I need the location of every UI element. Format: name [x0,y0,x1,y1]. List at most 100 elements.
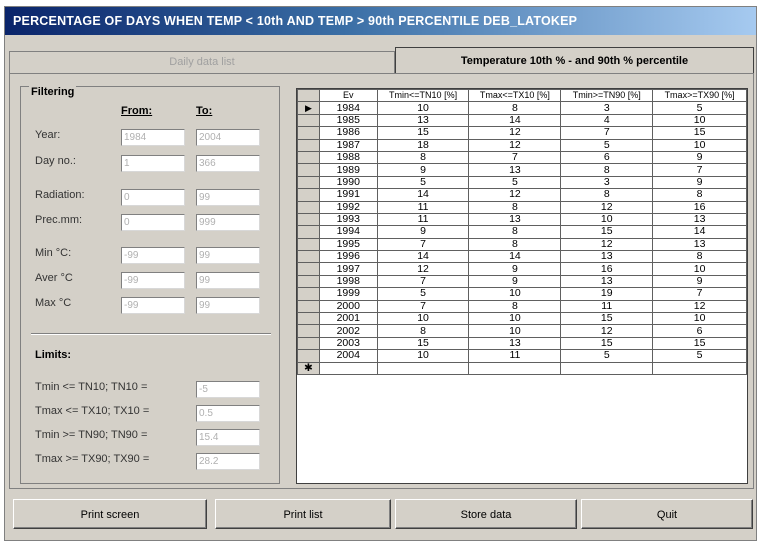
table-cell[interactable]: 5 [560,349,654,363]
quit-button[interactable]: Quit [581,499,753,529]
table-cell[interactable]: 1990 [318,175,378,190]
row-indicator[interactable] [297,163,320,177]
table-cell[interactable]: 14 [376,188,470,202]
table-cell[interactable]: 9 [652,150,747,165]
row-indicator[interactable] [297,138,320,152]
table-cell[interactable]: 14 [468,113,562,128]
table-cell[interactable]: 1998 [318,274,378,289]
table-row[interactable]: ▶ 1984 10 8 3 5 [297,101,747,115]
table-cell[interactable]: 7 [560,126,654,140]
table-cell[interactable]: 11 [468,349,562,363]
table-cell[interactable]: 10 [652,138,747,152]
row-indicator[interactable] [297,126,320,140]
table-cell[interactable] [560,361,654,376]
row-indicator[interactable] [297,299,320,314]
table-cell[interactable]: 9 [376,163,470,177]
table-cell[interactable]: 1994 [318,225,378,239]
table-cell[interactable]: 15 [652,336,747,351]
table-cell[interactable]: 10 [652,262,747,276]
table-cell[interactable]: 7 [376,237,470,252]
table-cell[interactable]: 7 [652,163,747,177]
radiation-from-field[interactable]: 0 [121,189,185,206]
max-temp-to-field[interactable]: 99 [196,297,260,314]
table-cell[interactable]: 9 [376,225,470,239]
table-row[interactable]: 1999 5 10 19 7 [297,287,747,301]
table-row[interactable]: 2001 10 10 15 10 [297,312,747,326]
table-cell[interactable]: 8 [468,299,562,314]
table-row[interactable]: 1994 9 8 15 14 [297,225,747,239]
prec-from-field[interactable]: 0 [121,214,185,231]
row-indicator[interactable] [297,113,320,128]
row-indicator[interactable] [297,200,320,214]
table-cell[interactable]: 11 [560,299,654,314]
table-cell[interactable]: 5 [376,175,470,190]
table-cell[interactable]: 8 [468,237,562,252]
store-data-button[interactable]: Store data [395,499,577,529]
table-cell[interactable]: 7 [652,287,747,301]
prec-to-field[interactable]: 999 [196,214,260,231]
tab-daily-data-list[interactable]: Daily data list [9,51,395,73]
table-cell[interactable]: 3 [560,175,654,190]
table-cell[interactable]: 10 [652,113,747,128]
table-row[interactable]: 1987 18 12 5 10 [297,138,747,152]
table-cell[interactable]: 12 [560,200,654,214]
table-cell[interactable]: 2004 [318,349,378,363]
table-cell[interactable]: 12 [560,237,654,252]
table-cell[interactable]: 5 [376,287,470,301]
row-indicator[interactable] [297,212,320,227]
table-cell[interactable]: 15 [376,336,470,351]
radiation-to-field[interactable]: 99 [196,189,260,206]
table-cell[interactable]: 12 [376,262,470,276]
table-cell[interactable]: 3 [560,101,654,115]
table-row[interactable]: 2002 8 10 12 6 [297,324,747,338]
year-to-field[interactable]: 2004 [196,129,260,146]
table-cell[interactable]: 2003 [318,336,378,351]
table-cell[interactable]: 14 [376,250,470,264]
table-cell[interactable]: 13 [560,250,654,264]
table-cell[interactable]: 10 [560,212,654,227]
table-cell[interactable]: 16 [652,200,747,214]
table-cell[interactable]: 15 [652,126,747,140]
table-cell[interactable]: 10 [376,349,470,363]
table-cell[interactable]: 1985 [318,113,378,128]
table-cell[interactable] [318,361,378,376]
min-temp-from-field[interactable]: -99 [121,247,185,264]
tn90-field[interactable]: 15.4 [196,429,260,446]
table-cell[interactable]: 11 [376,200,470,214]
aver-temp-to-field[interactable]: 99 [196,272,260,289]
table-cell[interactable]: 6 [652,324,747,338]
table-row[interactable]: 1991 14 12 8 8 [297,188,747,202]
row-indicator[interactable] [297,324,320,338]
table-cell[interactable]: 12 [468,138,562,152]
current-row-indicator-icon[interactable]: ▶ [297,101,320,115]
table-cell[interactable]: 15 [560,225,654,239]
column-header[interactable]: Tmax>=TX90 [%] [652,89,747,103]
table-cell[interactable]: 18 [376,138,470,152]
table-cell[interactable]: 8 [468,225,562,239]
table-cell[interactable]: 1999 [318,287,378,301]
row-indicator[interactable] [297,349,320,363]
table-row[interactable]: 1995 7 8 12 13 [297,237,747,252]
table-row[interactable]: 1988 8 7 6 9 [297,150,747,165]
table-cell[interactable]: 8 [652,250,747,264]
tab-temperature-percentile[interactable]: Temperature 10th % - and 90th % percenti… [395,47,754,73]
table-cell[interactable]: 1992 [318,200,378,214]
table-cell[interactable]: 14 [652,225,747,239]
table-cell[interactable]: 1995 [318,237,378,252]
table-cell[interactable]: 10 [468,324,562,338]
table-cell[interactable]: 9 [468,262,562,276]
table-cell[interactable]: 13 [376,113,470,128]
new-row-asterisk-icon[interactable]: ✱ [297,361,320,376]
row-indicator[interactable] [297,225,320,239]
column-header[interactable]: Tmax<=TX10 [%] [468,89,562,103]
table-cell[interactable]: 10 [652,312,747,326]
row-indicator[interactable] [297,237,320,252]
table-cell[interactable]: 9 [652,175,747,190]
column-header[interactable]: Tmin>=TN90 [%] [560,89,654,103]
table-row[interactable]: 1998 7 9 13 9 [297,274,747,289]
print-screen-button[interactable]: Print screen [13,499,207,529]
table-row[interactable]: 1986 15 12 7 15 [297,126,747,140]
table-cell[interactable]: 2001 [318,312,378,326]
column-header[interactable]: Tmin<=TN10 [%] [376,89,470,103]
table-cell[interactable]: 8 [560,188,654,202]
